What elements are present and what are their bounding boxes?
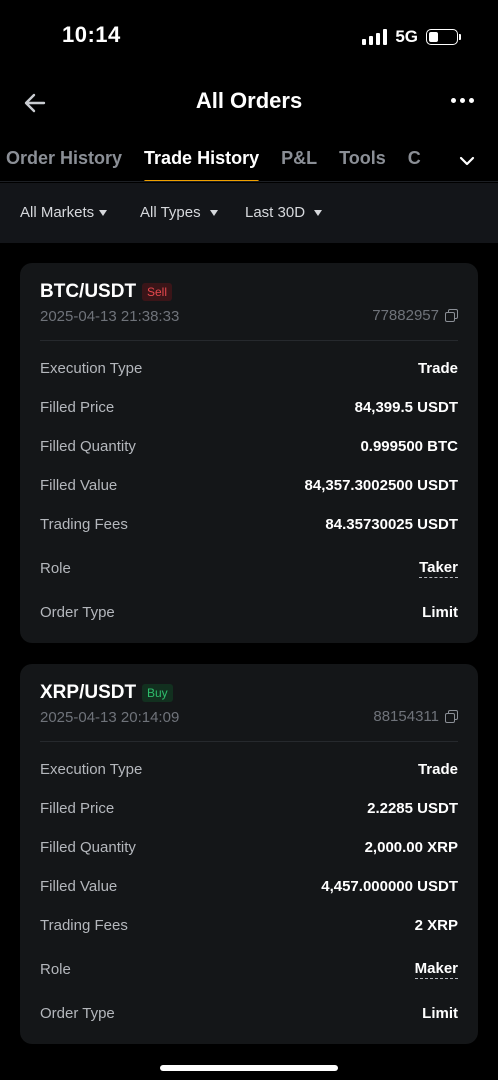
role-value[interactable]: Taker <box>419 559 458 578</box>
trade-pair: BTC/USDT <box>40 281 137 302</box>
detail-value: Trade <box>417 359 458 377</box>
cellular-signal-icon <box>362 29 388 45</box>
detail-row: Filled Quantity 2,000.00 XRP <box>40 834 458 860</box>
more-options-icon[interactable] <box>451 98 474 103</box>
trade-id[interactable]: 77882957 <box>372 307 458 324</box>
detail-value: 4,457.000000 USDT <box>321 877 458 895</box>
tab-trade-history[interactable]: Trade History <box>144 148 260 181</box>
trade-pair: XRP/USDT <box>40 682 137 703</box>
tab-c[interactable]: C <box>408 148 421 181</box>
filter-markets-label: All Markets <box>20 204 95 221</box>
tab-tools[interactable]: Tools <box>339 148 386 181</box>
detail-value: Limit <box>422 603 458 621</box>
caret-down-icon <box>99 209 108 216</box>
detail-value: 2 XRP <box>414 916 458 934</box>
status-time: 10:14 <box>62 22 121 47</box>
tab-bar: Order History Trade History P&L Tools C <box>0 140 498 182</box>
filter-types-label: All Types <box>140 204 201 221</box>
detail-label: Filled Price <box>40 799 115 817</box>
detail-value: 84,399.5 USDT <box>354 398 458 416</box>
trade-side-badge: Sell <box>142 283 173 301</box>
tab-p-l[interactable]: P&L <box>281 148 317 181</box>
detail-row: Filled Price 84,399.5 USDT <box>40 394 458 420</box>
detail-label: Filled Price <box>40 398 115 416</box>
detail-value: 84.35730025 USDT <box>325 515 458 533</box>
detail-row: Role Maker <box>40 956 458 982</box>
detail-row: Trading Fees 2 XRP <box>40 912 458 938</box>
detail-value: Trade <box>417 760 458 778</box>
detail-label: Order Type <box>40 603 115 621</box>
trade-card[interactable]: XRP/USDT Buy 2025-04-13 20:14:09 88154311 Ex… <box>20 664 478 1044</box>
chevron-down-icon[interactable] <box>458 152 476 170</box>
filter-bar: All Markets All Types Last 30D <box>0 183 498 243</box>
trade-id-value: 88154311 <box>373 708 439 725</box>
detail-row: Execution Type Trade <box>40 756 458 782</box>
trade-time: 2025-04-13 20:14:09 <box>40 709 180 726</box>
battery-icon <box>426 29 461 45</box>
detail-row: Filled Value 84,357.3002500 USDT <box>40 472 458 498</box>
trade-id-value: 77882957 <box>372 307 439 324</box>
detail-label: Execution Type <box>40 760 143 778</box>
detail-row: Order Type Limit <box>40 1000 458 1026</box>
trade-details: Execution Type Trade Filled Price 2.2285 US… <box>20 742 478 1026</box>
detail-value: 2.2285 USDT <box>367 799 458 817</box>
detail-label: Role <box>40 960 71 978</box>
home-indicator <box>160 1065 338 1071</box>
detail-label: Filled Quantity <box>40 838 136 856</box>
trade-card[interactable]: BTC/USDT Sell 2025-04-13 21:38:33 77882957 E… <box>20 263 478 643</box>
detail-value: 84,357.3002500 USDT <box>304 476 458 494</box>
detail-row: Filled Value 4,457.000000 USDT <box>40 873 458 899</box>
detail-label: Filled Value <box>40 877 118 895</box>
detail-value: 2,000.00 XRP <box>364 838 458 856</box>
trade-time: 2025-04-13 21:38:33 <box>40 308 180 325</box>
tab-order-history[interactable]: Order History <box>6 148 122 181</box>
detail-label: Order Type <box>40 1004 115 1022</box>
detail-value: Limit <box>422 1004 458 1022</box>
detail-label: Filled Value <box>40 476 118 494</box>
trade-card-header: BTC/USDT Sell 2025-04-13 21:38:33 77882957 <box>40 263 458 341</box>
detail-row: Filled Quantity 0.999500 BTC <box>40 433 458 459</box>
caret-down-icon <box>209 209 218 216</box>
network-type: 5G <box>395 27 418 46</box>
trade-id[interactable]: 88154311 <box>373 708 458 725</box>
trade-list: BTC/USDT Sell 2025-04-13 21:38:33 77882957 E… <box>0 243 498 1080</box>
detail-label: Role <box>40 559 71 577</box>
status-indicators: 5G <box>362 27 461 47</box>
detail-label: Filled Quantity <box>40 437 136 455</box>
detail-label: Trading Fees <box>40 916 128 934</box>
filter-markets[interactable]: All Markets <box>20 204 108 221</box>
detail-row: Trading Fees 84.35730025 USDT <box>40 511 458 537</box>
filter-period-label: Last 30D <box>245 204 306 221</box>
detail-value: 0.999500 BTC <box>360 437 458 455</box>
filter-types[interactable]: All Types <box>140 204 218 221</box>
trade-card-header: XRP/USDT Buy 2025-04-13 20:14:09 88154311 <box>40 664 458 742</box>
trade-details: Execution Type Trade Filled Price 84,399.5 … <box>20 341 478 625</box>
detail-row: Execution Type Trade <box>40 355 458 381</box>
copy-icon[interactable] <box>445 309 458 322</box>
status-bar: 10:14 5G <box>0 0 498 72</box>
detail-label: Trading Fees <box>40 515 128 533</box>
role-value[interactable]: Maker <box>414 960 458 979</box>
caret-down-icon <box>314 209 323 216</box>
nav-header: All Orders <box>0 72 498 134</box>
detail-row: Role Taker <box>40 555 458 581</box>
filter-period[interactable]: Last 30D <box>245 204 323 221</box>
detail-row: Order Type Limit <box>40 599 458 625</box>
copy-icon[interactable] <box>445 710 458 723</box>
detail-row: Filled Price 2.2285 USDT <box>40 795 458 821</box>
page-title: All Orders <box>195 88 303 113</box>
trade-side-badge: Buy <box>142 684 173 702</box>
detail-label: Execution Type <box>40 359 143 377</box>
